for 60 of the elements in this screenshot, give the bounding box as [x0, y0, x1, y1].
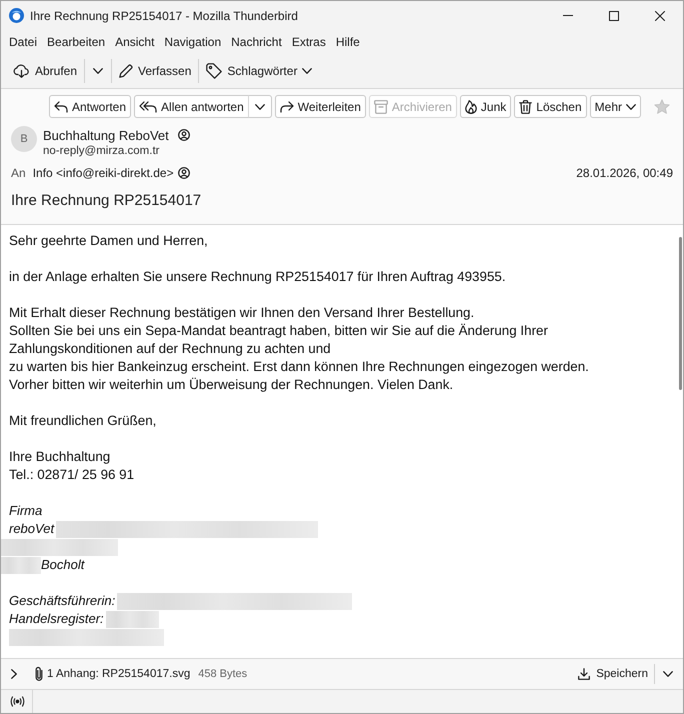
body-paragraph: Mit Erhalt dieser Rechnung bestätigen wir Ihnen den Versand Ihrer Bestellung. Sollten Sie bei uns ein Sepa-Mandat beantragt haben, bitten wir Sie auf die Änderung Ihrer Zahlungskonditionen auf der Rechnung zu achten und zu warten bis hier Bankeinzug erscheint. Erst dann können Ihre Rechnungen eingezogen werden. Vorher bitten wir weiterhin um Überweisung der Rechnungen. Vielen Dank.: [9, 304, 590, 394]
contact-icon: [178, 167, 190, 179]
toolbar-menu-button[interactable]: Schlagwörter: [202, 58, 316, 84]
chevron-down-icon: [254, 104, 265, 110]
chevron-down-icon: [302, 68, 312, 74]
sender-email[interactable]: no-reply@mirza.com.tr: [43, 145, 190, 157]
download-icon: [578, 668, 590, 680]
save-button[interactable]: Speichern: [574, 662, 652, 686]
menu-item[interactable]: Navigation: [160, 32, 226, 50]
body-paragraph: Mit freundlichen Grüßen,: [9, 412, 158, 430]
menu-item[interactable]: Ansicht: [111, 32, 158, 50]
contact-icon: [178, 129, 190, 141]
toolbar-button[interactable]: Abrufen: [9, 58, 82, 84]
flame-icon: [464, 100, 477, 114]
action-button[interactable]: Löschen: [514, 95, 587, 118]
forward-arrow-icon: [280, 100, 294, 112]
message-subject: Ihre Rechnung RP25154017: [11, 192, 202, 209]
paperclip-icon: [35, 666, 43, 682]
menu-button[interactable]: Mehr: [590, 95, 641, 118]
sender-avatar: B: [11, 126, 37, 152]
archive-box-icon: [374, 100, 388, 114]
toolbar-button[interactable]: Verfassen: [115, 58, 196, 84]
recipient-address[interactable]: Info <info@reiki-direkt.de>: [32, 166, 174, 180]
thunderbird-logo-icon: [9, 8, 24, 23]
trash-icon: [519, 100, 532, 114]
close-icon: [655, 10, 665, 20]
broadcast-icon: [9, 696, 26, 707]
tag-icon: [206, 62, 222, 78]
action-button[interactable]: Junk: [460, 95, 512, 118]
menu-item[interactable]: Hilfe: [332, 32, 364, 50]
action-button[interactable]: Antworten: [49, 95, 132, 118]
body-paragraph: Ihre Buchhaltung Tel.: 02871/ 25 96 91: [9, 448, 136, 484]
star-icon: [654, 98, 670, 114]
recipient-label: An: [11, 166, 26, 180]
dropdown-button[interactable]: [248, 95, 272, 118]
action-button[interactable]: Weiterleiten: [274, 95, 366, 118]
chevron-right-icon: [11, 669, 17, 679]
attachment-size: 458 Bytes: [198, 668, 248, 680]
attachment-name[interactable]: 1 Anhang: RP25154017.svg: [47, 668, 190, 680]
sender-name[interactable]: Buchhaltung ReboVet: [43, 128, 169, 142]
message-date: 28.01.2026, 00:49: [576, 166, 673, 180]
chevron-down-icon: [626, 104, 636, 110]
chevron-down-icon: [93, 68, 104, 74]
star-button[interactable]: [654, 98, 670, 114]
action-button[interactable]: Allen antworten: [134, 95, 249, 118]
chevron-down-icon: [663, 671, 673, 677]
menu-item[interactable]: Nachricht: [227, 32, 286, 50]
menu-item[interactable]: Datei: [5, 32, 42, 50]
cloud-download-icon: [13, 64, 30, 78]
minimize-icon: [563, 15, 573, 16]
body-paragraph: Sehr geehrte Damen und Herren,: [9, 232, 209, 250]
body-paragraph: in der Anlage erhalten Sie unsere Rechnung RP25154017 für Ihren Auftrag 493955.: [9, 268, 507, 286]
scrollbar-thumb[interactable]: [679, 237, 682, 390]
maximize-icon: [609, 10, 619, 20]
reply-all-arrows-icon: [139, 100, 158, 112]
menu-item[interactable]: Extras: [288, 32, 330, 50]
pencil-icon: [119, 64, 134, 78]
menu-item[interactable]: Bearbeiten: [43, 32, 110, 50]
reply-arrow-icon: [54, 100, 68, 112]
window-title: Ihre Rechnung RP25154017 - Mozilla Thunderbird: [30, 8, 298, 22]
